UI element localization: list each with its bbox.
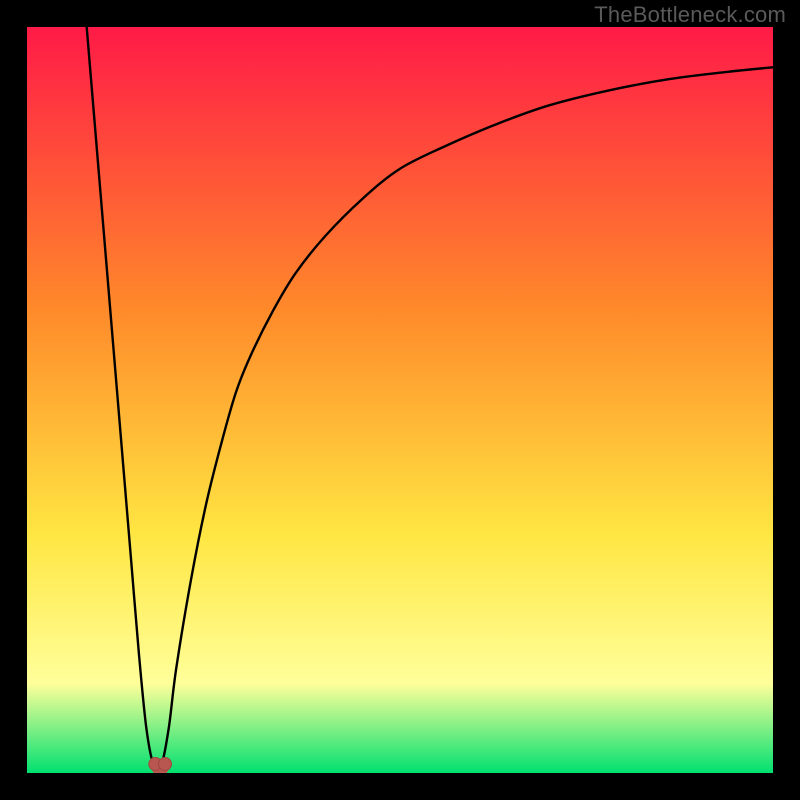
plot-area	[27, 27, 773, 773]
chart-svg	[27, 27, 773, 773]
minimum-markers	[149, 758, 172, 771]
watermark-text: TheBottleneck.com	[594, 2, 786, 28]
minimum-marker-right	[159, 758, 172, 771]
chart-container: TheBottleneck.com	[0, 0, 800, 800]
